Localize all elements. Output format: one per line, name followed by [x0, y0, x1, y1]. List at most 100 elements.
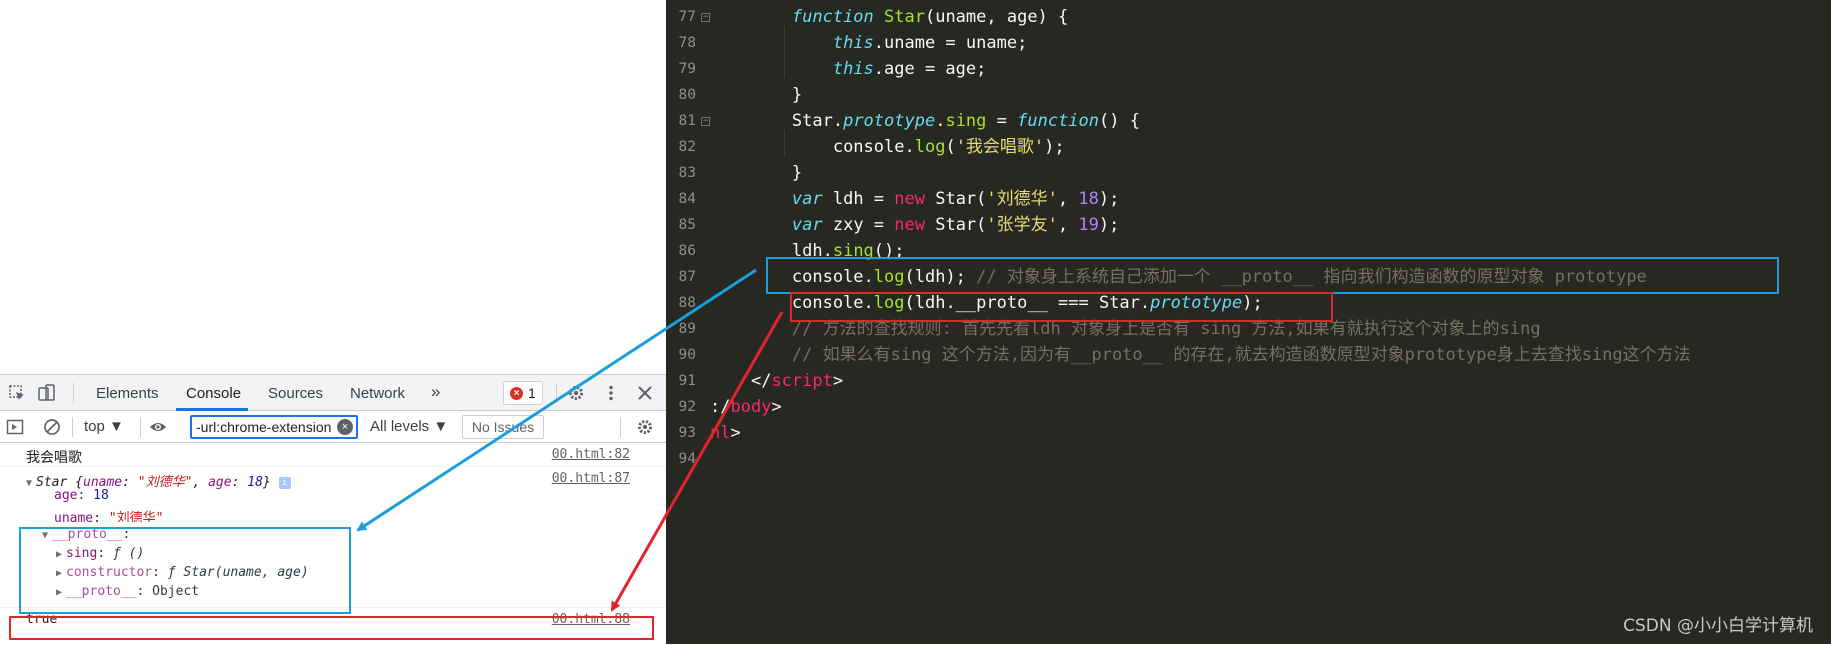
prop-key: uname	[54, 511, 94, 522]
line-number: 86	[678, 243, 696, 259]
log-message: true	[26, 612, 58, 627]
filter-input[interactable]	[194, 418, 334, 436]
device-toolbar-icon[interactable]	[38, 384, 56, 402]
fold-marker-icon[interactable]: −	[701, 13, 710, 22]
prop-key: __proto__	[66, 584, 137, 599]
csdn-watermark: CSDN @小小白学计算机	[1623, 616, 1813, 636]
code-line[interactable]: // 方法的查找规则: 首先先看ldh 对象身上是否有 sing 方法,如果有就…	[710, 316, 1831, 342]
console-output: 我会唱歌 00.html:82 ▼ Star {uname: "刘德华", age…	[0, 444, 666, 645]
devtools-panel: Elements Console Sources Network » × 1 t…	[0, 374, 666, 644]
code-line[interactable]: var ldh = new Star('刘德华', 18);	[710, 186, 1831, 212]
line-number: 93	[678, 425, 696, 441]
log-levels-dropdown[interactable]: All levels ▼	[370, 418, 448, 435]
colon: :	[122, 527, 131, 542]
line-number: 85	[678, 217, 696, 233]
eye-icon[interactable]	[149, 418, 167, 436]
toolbar-divider	[140, 417, 141, 437]
property-row: uname: "刘德华"	[0, 506, 666, 522]
browser-pane: Elements Console Sources Network » × 1 t…	[0, 0, 666, 644]
tab-sources[interactable]: Sources	[268, 385, 323, 402]
source-link[interactable]: 00.html:82	[552, 447, 630, 462]
line-number: 77	[678, 9, 696, 25]
line-number: 84	[678, 191, 696, 207]
source-link[interactable]: 00.html:87	[552, 471, 630, 486]
prop-value: ƒ ()	[113, 546, 145, 561]
issues-button[interactable]: No Issues	[462, 415, 544, 439]
log-message: 我会唱歌	[26, 450, 82, 466]
log-divider	[0, 607, 666, 608]
error-count-badge[interactable]: × 1	[503, 381, 543, 405]
code-line[interactable]: }	[710, 160, 1831, 186]
context-selector[interactable]: top ▼	[84, 418, 124, 435]
line-number: 88	[678, 295, 696, 311]
log-entry: 我会唱歌 00.html:82	[0, 444, 666, 466]
close-icon[interactable]	[636, 384, 654, 402]
code-line[interactable]: :/body>	[710, 394, 1831, 420]
clear-filter-icon[interactable]: ×	[337, 419, 353, 435]
code-line[interactable]: console.log(ldh); // 对象身上系统自己添加一个 __prot…	[710, 264, 1831, 290]
prop-value: ƒ Star(uname, age)	[167, 565, 309, 580]
collapsed-triangle-icon[interactable]: ▶	[56, 568, 62, 579]
code-line[interactable]: }	[710, 82, 1831, 108]
console-filter[interactable]: ×	[190, 415, 358, 439]
log-entry-object[interactable]: ▼ Star {uname: "刘德华", age: 18} i 00.html:…	[0, 468, 666, 490]
toolbar-divider	[556, 383, 557, 403]
prop-key: constructor	[66, 565, 153, 580]
line-number: 83	[678, 165, 696, 181]
proto-constructor-row[interactable]: ▶ constructor: ƒ Star(uname, age)	[0, 565, 666, 583]
log-entry: true 00.html:88	[0, 609, 666, 631]
code-line[interactable]: function Star(uname, age) {	[710, 4, 1831, 30]
console-settings-icon[interactable]	[636, 418, 654, 436]
prop-key: age	[54, 488, 78, 503]
more-options-icon[interactable]	[602, 384, 620, 402]
log-divider	[0, 466, 666, 467]
tab-elements[interactable]: Elements	[96, 385, 159, 402]
proto-method-row[interactable]: ▶ sing: ƒ ()	[0, 546, 666, 564]
prop-value: "刘德华"	[108, 511, 164, 522]
toolbar-divider	[72, 417, 73, 437]
code-line[interactable]: this.age = age;	[710, 56, 1831, 82]
code-line[interactable]: </script>	[710, 368, 1831, 394]
collapsed-triangle-icon[interactable]: ▶	[56, 587, 62, 598]
fold-marker-icon[interactable]: −	[701, 117, 710, 126]
error-icon: ×	[510, 387, 523, 400]
line-number: 89	[678, 321, 696, 337]
tab-network[interactable]: Network	[350, 385, 405, 402]
prop-key: __proto__	[52, 527, 123, 542]
code-line[interactable]: // 如果么有sing 这个方法,因为有__proto__ 的存在,就去构造函数…	[710, 342, 1831, 368]
line-number: 92	[678, 399, 696, 415]
expanded-triangle-icon[interactable]: ▼	[42, 530, 48, 541]
line-number: 94	[678, 451, 696, 467]
source-link[interactable]: 00.html:88	[552, 612, 630, 627]
line-number: 90	[678, 347, 696, 363]
toolbar-divider	[73, 383, 74, 403]
line-number: 80	[678, 87, 696, 103]
code-line[interactable]: console.log(ldh.__proto__ === Star.proto…	[710, 290, 1831, 316]
code-line[interactable]: ldh.sing();	[710, 238, 1831, 264]
code-line[interactable]: console.log('我会唱歌');	[710, 134, 1831, 160]
prop-value: : Object	[136, 584, 200, 599]
clear-console-icon[interactable]	[43, 418, 61, 436]
property-row: age: 18	[54, 488, 109, 503]
line-number: 78	[678, 35, 696, 51]
settings-gear-icon[interactable]	[567, 384, 585, 402]
devtools-tab-bar: Elements Console Sources Network » × 1	[0, 375, 666, 411]
line-number: 91	[678, 373, 696, 389]
more-tabs-button[interactable]: »	[431, 382, 440, 402]
tab-console[interactable]: Console	[186, 385, 241, 402]
inspect-element-icon[interactable]	[8, 384, 26, 402]
prop-key: sing	[66, 546, 98, 561]
prop-value: 18	[93, 488, 109, 503]
code-line[interactable]: var zxy = new Star('张学友', 19);	[710, 212, 1831, 238]
sidebar-toggle-icon[interactable]	[6, 418, 24, 436]
line-number: 82	[678, 139, 696, 155]
code-line[interactable]: this.uname = uname;	[710, 30, 1831, 56]
code-line[interactable]: nl>	[710, 420, 1831, 446]
code-line[interactable]: Star.prototype.sing = function() {	[710, 108, 1831, 134]
line-number: 87	[678, 269, 696, 285]
proto-proto-row[interactable]: ▶ __proto__: Object	[0, 584, 666, 602]
proto-row[interactable]: ▼ __proto__:	[0, 527, 666, 545]
code-editor[interactable]: 77 − 78 79 80 81 − 82 83 84 85 86 87 88 …	[666, 0, 1831, 644]
collapsed-triangle-icon[interactable]: ▶	[56, 549, 62, 560]
console-toolbar: top ▼ × All levels ▼ No Issues	[0, 411, 666, 443]
